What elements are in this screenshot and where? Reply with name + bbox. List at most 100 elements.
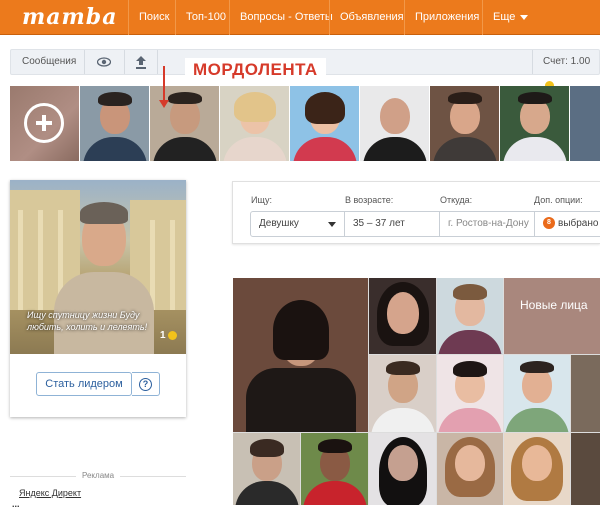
account-balance[interactable]: Счет: 1.00 — [543, 50, 599, 90]
photo-grid: Новые лица — [233, 278, 600, 505]
photo-strip — [10, 86, 600, 161]
leader-photo[interactable]: Ищу спутницу жизни Буду любить, холить и… — [10, 180, 186, 354]
grid-profile-photo[interactable] — [437, 355, 503, 432]
photo-hair — [517, 92, 552, 104]
from-label: Откуда: — [440, 195, 473, 205]
strip-profile-photo[interactable] — [570, 86, 600, 161]
photo-hair — [233, 92, 276, 122]
photo-figure — [370, 408, 435, 432]
location-field[interactable]: г. Ростов-на-Дону — [439, 211, 535, 237]
ad-more: ... — [12, 499, 20, 509]
grid-profile-photo[interactable] — [233, 433, 300, 505]
eye-icon — [96, 57, 112, 67]
photo-figure — [302, 481, 367, 505]
add-photo-to-strip-button[interactable] — [10, 86, 79, 161]
photo-hair — [317, 439, 352, 453]
grid-profile-photo[interactable] — [504, 355, 570, 432]
new-faces-tile[interactable]: Новые лица — [504, 278, 600, 354]
photo-hair — [453, 361, 487, 377]
photo-figure — [505, 408, 569, 432]
messages-link[interactable]: Сообщения — [22, 50, 76, 74]
photo-hair — [97, 92, 132, 106]
photo-hair — [385, 361, 420, 375]
location-value: г. Ростов-на-Дону — [448, 218, 529, 229]
toolbar-divider — [157, 50, 158, 74]
photo-figure — [234, 481, 299, 505]
grid-profile-photo[interactable] — [369, 433, 436, 505]
plus-icon — [24, 103, 64, 143]
toolbar-divider — [532, 50, 533, 74]
strip-profile-photo[interactable] — [360, 86, 429, 161]
grid-profile-photo[interactable] — [571, 355, 600, 432]
strip-profile-photo[interactable] — [290, 86, 359, 161]
photo-figure — [292, 137, 357, 161]
visitors-button[interactable] — [96, 50, 113, 74]
photo-figure — [432, 137, 497, 161]
mamba-logo[interactable]: mamba — [22, 5, 122, 29]
toolbar-divider — [124, 50, 125, 74]
photo-column — [18, 210, 23, 310]
leader-quote: Ищу спутницу жизни Буду любить, холить и… — [27, 310, 148, 332]
photo-face — [387, 445, 418, 481]
chevron-down-icon — [328, 222, 336, 227]
options-label: Доп. опции: — [534, 195, 583, 205]
photo-figure — [82, 137, 147, 161]
looking-for-select[interactable]: Девушку — [250, 211, 345, 237]
grid-profile-photo[interactable] — [369, 355, 436, 432]
ad-divider — [10, 476, 76, 477]
photo-hair — [249, 439, 284, 457]
chevron-down-icon — [520, 14, 529, 20]
nav-more-label: Еще — [493, 11, 516, 23]
strip-profile-photo[interactable] — [150, 86, 219, 161]
photo-figure — [502, 137, 567, 161]
nav-item-questions-answers[interactable]: Вопросы - Ответы — [229, 0, 343, 35]
photo-hair — [447, 92, 482, 104]
nav-item-top100[interactable]: Топ-100 — [175, 0, 236, 35]
top-navigation-bar: mamba Поиск Топ-100 Вопросы - Ответы Объ… — [0, 0, 600, 35]
toolbar-divider — [84, 50, 85, 74]
upload-arrow-icon — [136, 56, 146, 69]
photo-figure — [222, 137, 287, 161]
grid-profile-photo[interactable] — [437, 433, 503, 505]
nav-item-apps[interactable]: Приложения — [404, 0, 489, 35]
grid-profile-photo[interactable] — [301, 433, 368, 505]
nav-item-search[interactable]: Поиск — [128, 0, 179, 35]
strip-profile-photo[interactable] — [80, 86, 149, 161]
photo-figure — [438, 408, 502, 432]
options-value: выбрано — [558, 218, 599, 229]
grid-profile-photo[interactable] — [504, 433, 570, 505]
annotation-arrow — [163, 66, 165, 102]
photo-face — [386, 292, 419, 334]
ad-divider — [120, 476, 186, 477]
coin-count: 1 — [160, 330, 166, 341]
photo-hair — [520, 361, 554, 373]
grid-profile-photo[interactable] — [369, 278, 436, 354]
age-label: В возрасте: — [345, 195, 394, 205]
leader-card: Ищу спутницу жизни Буду любить, холить и… — [10, 180, 186, 417]
become-leader-button[interactable]: Стать лидером — [36, 372, 132, 396]
photo-face — [379, 98, 410, 134]
photo-hair — [304, 92, 345, 124]
extra-options-field[interactable]: 8 выбрано — [534, 211, 600, 237]
photo-hair — [453, 284, 487, 300]
photo-hair — [272, 300, 329, 360]
grid-profile-photo[interactable] — [571, 433, 600, 505]
nav-item-classifieds[interactable]: Объявления — [329, 0, 414, 35]
coin-icon — [167, 330, 177, 340]
photo-face — [455, 445, 485, 481]
nav-item-more[interactable]: Еще — [482, 0, 538, 35]
question-icon: ? — [139, 378, 152, 391]
strip-profile-photo[interactable] — [220, 86, 289, 161]
search-panel: Ищу: В возрасте: Откуда: Доп. опции: Дев… — [232, 181, 600, 244]
annotation-label: МОРДОЛЕНТА — [185, 58, 326, 82]
yandex-direct-link[interactable]: Яндекс Директ — [19, 488, 81, 498]
photo-hair — [80, 202, 128, 224]
leader-help-button[interactable]: ? — [132, 372, 160, 396]
strip-profile-photo[interactable] — [430, 86, 499, 161]
raise-profile-button[interactable] — [135, 50, 149, 74]
grid-profile-photo[interactable] — [437, 278, 503, 354]
age-range-field[interactable]: 35 – 37 лет — [344, 211, 440, 237]
grid-profile-photo[interactable] — [233, 278, 368, 432]
strip-profile-photo[interactable] — [500, 86, 569, 161]
photo-figure — [438, 330, 502, 354]
